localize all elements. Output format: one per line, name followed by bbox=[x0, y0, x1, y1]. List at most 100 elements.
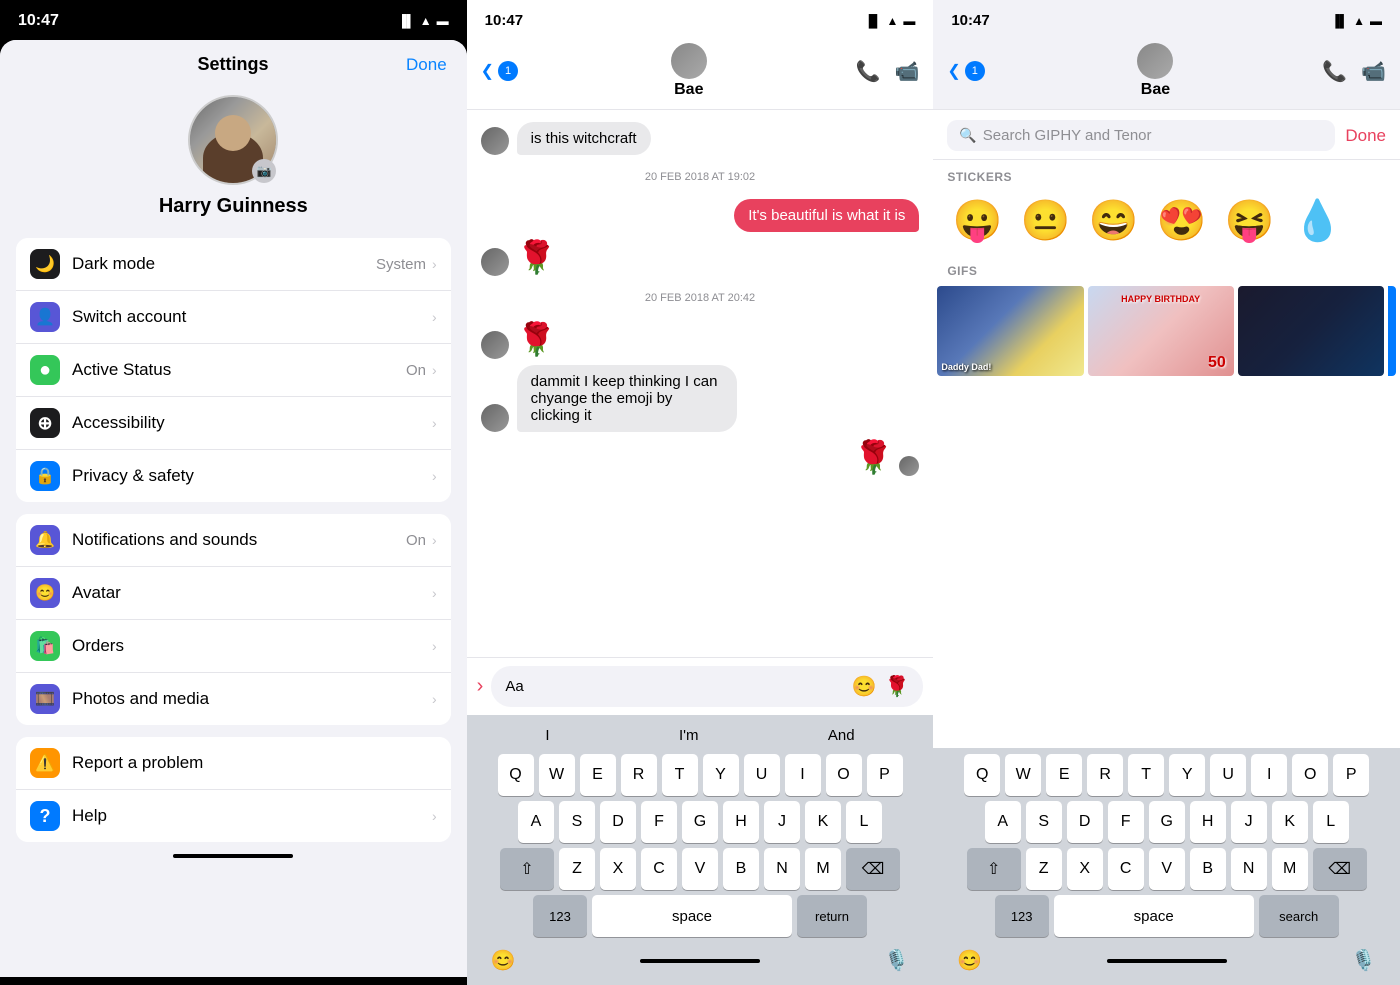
gif-thumbnail-birthday[interactable]: HAPPY BIRTHDAY 50 bbox=[1088, 286, 1234, 376]
gif-thumbnail-fathers-day[interactable]: Daddy Dad! bbox=[937, 286, 1083, 376]
key-return[interactable]: return bbox=[797, 895, 867, 937]
key-y[interactable]: Y bbox=[703, 754, 739, 796]
settings-item-photos[interactable]: 🎞️ Photos and media › bbox=[16, 673, 451, 725]
settings-item-active-status[interactable]: ● Active Status On › bbox=[16, 344, 451, 397]
key-p3-j[interactable]: J bbox=[1231, 801, 1267, 843]
key-r[interactable]: R bbox=[621, 754, 657, 796]
key-p3-q[interactable]: Q bbox=[964, 754, 1000, 796]
phone-icon-3[interactable]: 📞 bbox=[1322, 59, 1347, 84]
gif-done-button[interactable]: Done bbox=[1345, 126, 1386, 146]
settings-item-report[interactable]: ⚠️ Report a problem bbox=[16, 737, 451, 790]
key-z[interactable]: Z bbox=[559, 848, 595, 890]
key-k[interactable]: K bbox=[805, 801, 841, 843]
key-h[interactable]: H bbox=[723, 801, 759, 843]
avatar-wrapper[interactable]: 📷 bbox=[188, 95, 278, 185]
key-p3-123[interactable]: 123 bbox=[995, 895, 1049, 937]
key-q[interactable]: Q bbox=[498, 754, 534, 796]
settings-item-privacy[interactable]: 🔒 Privacy & safety › bbox=[16, 450, 451, 502]
video-icon-3[interactable]: 📹 bbox=[1361, 59, 1386, 84]
settings-item-dark-mode[interactable]: 🌙 Dark mode System › bbox=[16, 238, 451, 291]
settings-done-button[interactable]: Done bbox=[406, 55, 447, 75]
key-i[interactable]: I bbox=[785, 754, 821, 796]
sticker-item[interactable]: 😐 bbox=[1015, 190, 1075, 250]
key-p3-v[interactable]: V bbox=[1149, 848, 1185, 890]
expand-button[interactable]: › bbox=[477, 675, 484, 698]
key-p3-a[interactable]: A bbox=[985, 801, 1021, 843]
video-icon[interactable]: 📹 bbox=[894, 59, 919, 84]
emoji-button[interactable]: 😊 bbox=[852, 674, 877, 699]
key-m[interactable]: M bbox=[805, 848, 841, 890]
sticker-item[interactable]: 😍 bbox=[1151, 190, 1211, 250]
key-space[interactable]: space bbox=[592, 895, 792, 937]
key-p3-g[interactable]: G bbox=[1149, 801, 1185, 843]
key-p3-space[interactable]: space bbox=[1054, 895, 1254, 937]
search-input-wrapper[interactable]: 🔍 Search GIPHY and Tenor bbox=[947, 120, 1335, 151]
key-w[interactable]: W bbox=[539, 754, 575, 796]
message-input-field[interactable]: Aa 😊 🌹 bbox=[491, 666, 923, 707]
key-a[interactable]: A bbox=[518, 801, 554, 843]
back-button-3[interactable]: ❮ 1 bbox=[947, 61, 984, 81]
gif-thumbnail-batman[interactable] bbox=[1238, 286, 1384, 376]
key-g[interactable]: G bbox=[682, 801, 718, 843]
phone-icon[interactable]: 📞 bbox=[856, 59, 881, 84]
key-123[interactable]: 123 bbox=[533, 895, 587, 937]
sticker-item[interactable]: 💧 bbox=[1287, 190, 1347, 250]
sticker-item[interactable]: 😄 bbox=[1083, 190, 1143, 250]
key-p3-i[interactable]: I bbox=[1251, 754, 1287, 796]
key-p3-w[interactable]: W bbox=[1005, 754, 1041, 796]
mic-icon[interactable]: 🎙️ bbox=[884, 948, 909, 973]
back-button[interactable]: ❮ 1 bbox=[481, 61, 518, 81]
key-f[interactable]: F bbox=[641, 801, 677, 843]
suggestion-1[interactable]: I bbox=[545, 727, 549, 744]
key-p3-o[interactable]: O bbox=[1292, 754, 1328, 796]
key-p3-delete[interactable]: ⌫ bbox=[1313, 848, 1367, 890]
key-b[interactable]: B bbox=[723, 848, 759, 890]
key-p3-shift[interactable]: ⇧ bbox=[967, 848, 1021, 890]
key-p3-u[interactable]: U bbox=[1210, 754, 1246, 796]
key-p3-p[interactable]: P bbox=[1333, 754, 1369, 796]
emoji-keyboard-icon-3[interactable]: 😊 bbox=[957, 948, 982, 973]
settings-item-notifications[interactable]: 🔔 Notifications and sounds On › bbox=[16, 514, 451, 567]
key-p3-x[interactable]: X bbox=[1067, 848, 1103, 890]
key-p3-h[interactable]: H bbox=[1190, 801, 1226, 843]
key-p3-z[interactable]: Z bbox=[1026, 848, 1062, 890]
key-shift[interactable]: ⇧ bbox=[500, 848, 554, 890]
key-p3-t[interactable]: T bbox=[1128, 754, 1164, 796]
key-p3-y[interactable]: Y bbox=[1169, 754, 1205, 796]
key-s[interactable]: S bbox=[559, 801, 595, 843]
key-p3-e[interactable]: E bbox=[1046, 754, 1082, 796]
settings-item-switch-account[interactable]: 👤 Switch account › bbox=[16, 291, 451, 344]
key-p3-r[interactable]: R bbox=[1087, 754, 1123, 796]
key-p3-k[interactable]: K bbox=[1272, 801, 1308, 843]
key-u[interactable]: U bbox=[744, 754, 780, 796]
key-e[interactable]: E bbox=[580, 754, 616, 796]
emoji-keyboard-icon[interactable]: 😊 bbox=[491, 948, 516, 973]
settings-item-help[interactable]: ? Help › bbox=[16, 790, 451, 842]
settings-item-orders[interactable]: 🛍️ Orders › bbox=[16, 620, 451, 673]
key-p3-search[interactable]: search bbox=[1259, 895, 1339, 937]
key-p3-n[interactable]: N bbox=[1231, 848, 1267, 890]
key-p3-l[interactable]: L bbox=[1313, 801, 1349, 843]
key-delete[interactable]: ⌫ bbox=[846, 848, 900, 890]
settings-item-avatar[interactable]: 😊 Avatar › bbox=[16, 567, 451, 620]
key-d[interactable]: D bbox=[600, 801, 636, 843]
key-o[interactable]: O bbox=[826, 754, 862, 796]
key-p3-f[interactable]: F bbox=[1108, 801, 1144, 843]
key-p3-d[interactable]: D bbox=[1067, 801, 1103, 843]
key-p3-s[interactable]: S bbox=[1026, 801, 1062, 843]
key-p[interactable]: P bbox=[867, 754, 903, 796]
key-c[interactable]: C bbox=[641, 848, 677, 890]
rose-button[interactable]: 🌹 bbox=[884, 674, 909, 699]
key-l[interactable]: L bbox=[846, 801, 882, 843]
sticker-item[interactable]: 😝 bbox=[1219, 190, 1279, 250]
mic-icon-3[interactable]: 🎙️ bbox=[1351, 948, 1376, 973]
suggestion-2[interactable]: I'm bbox=[679, 727, 699, 744]
key-p3-c[interactable]: C bbox=[1108, 848, 1144, 890]
key-n[interactable]: N bbox=[764, 848, 800, 890]
key-j[interactable]: J bbox=[764, 801, 800, 843]
key-p3-m[interactable]: M bbox=[1272, 848, 1308, 890]
key-p3-b[interactable]: B bbox=[1190, 848, 1226, 890]
sticker-item[interactable]: 😛 bbox=[947, 190, 1007, 250]
suggestion-3[interactable]: And bbox=[828, 727, 855, 744]
key-v[interactable]: V bbox=[682, 848, 718, 890]
